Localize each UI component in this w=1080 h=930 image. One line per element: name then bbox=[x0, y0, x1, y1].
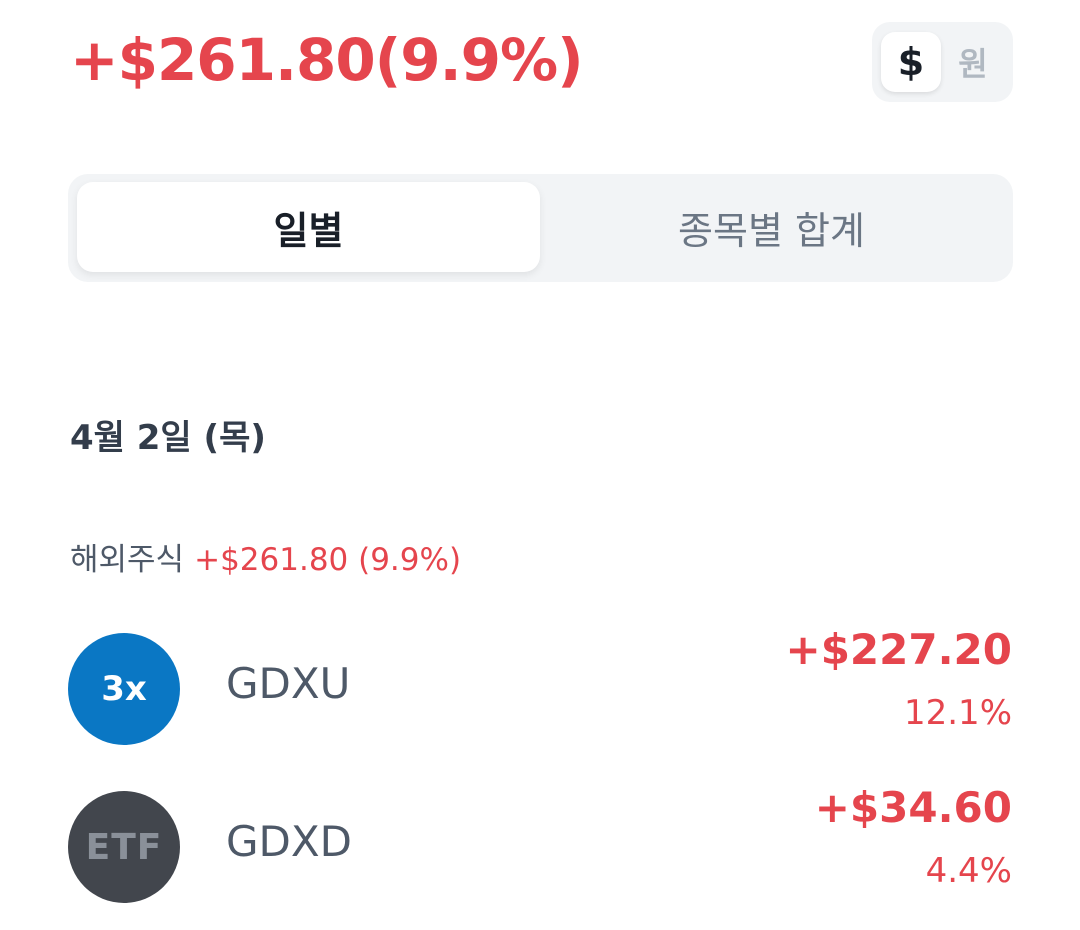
stock-logo: ETF bbox=[68, 791, 180, 903]
stock-profit-percent: 4.4% bbox=[925, 851, 1012, 891]
currency-krw-button[interactable]: 원 bbox=[943, 32, 1003, 92]
category-label: 해외주식 bbox=[70, 542, 185, 578]
category-summary: 해외주식 +$261.80 (9.9%) bbox=[70, 534, 461, 579]
stock-row[interactable]: ETF GDXD +$34.60 4.4% bbox=[0, 783, 1080, 911]
tab-daily[interactable]: 일별 bbox=[77, 182, 540, 272]
stock-name: GDXD bbox=[226, 817, 352, 866]
tab-by-stock-total[interactable]: 종목별 합계 bbox=[540, 182, 1003, 272]
stock-logo: 3x bbox=[68, 633, 180, 745]
currency-toggle: $ 원 bbox=[872, 22, 1013, 102]
stock-profit-amount: +$227.20 bbox=[785, 625, 1013, 674]
stock-profit-percent: 12.1% bbox=[903, 693, 1012, 733]
view-segmented-control: 일별 종목별 합계 bbox=[68, 174, 1013, 282]
stock-row[interactable]: 3x GDXU +$227.20 12.1% bbox=[0, 625, 1080, 753]
date-heading: 4월 2일 (목) bbox=[70, 418, 266, 458]
stock-profit-amount: +$34.60 bbox=[814, 783, 1012, 832]
stock-name: GDXU bbox=[226, 659, 351, 708]
total-profit-value: +$261.80(9.9%) bbox=[70, 26, 584, 94]
currency-usd-button[interactable]: $ bbox=[881, 32, 941, 92]
category-profit: +$261.80 (9.9%) bbox=[194, 542, 462, 578]
